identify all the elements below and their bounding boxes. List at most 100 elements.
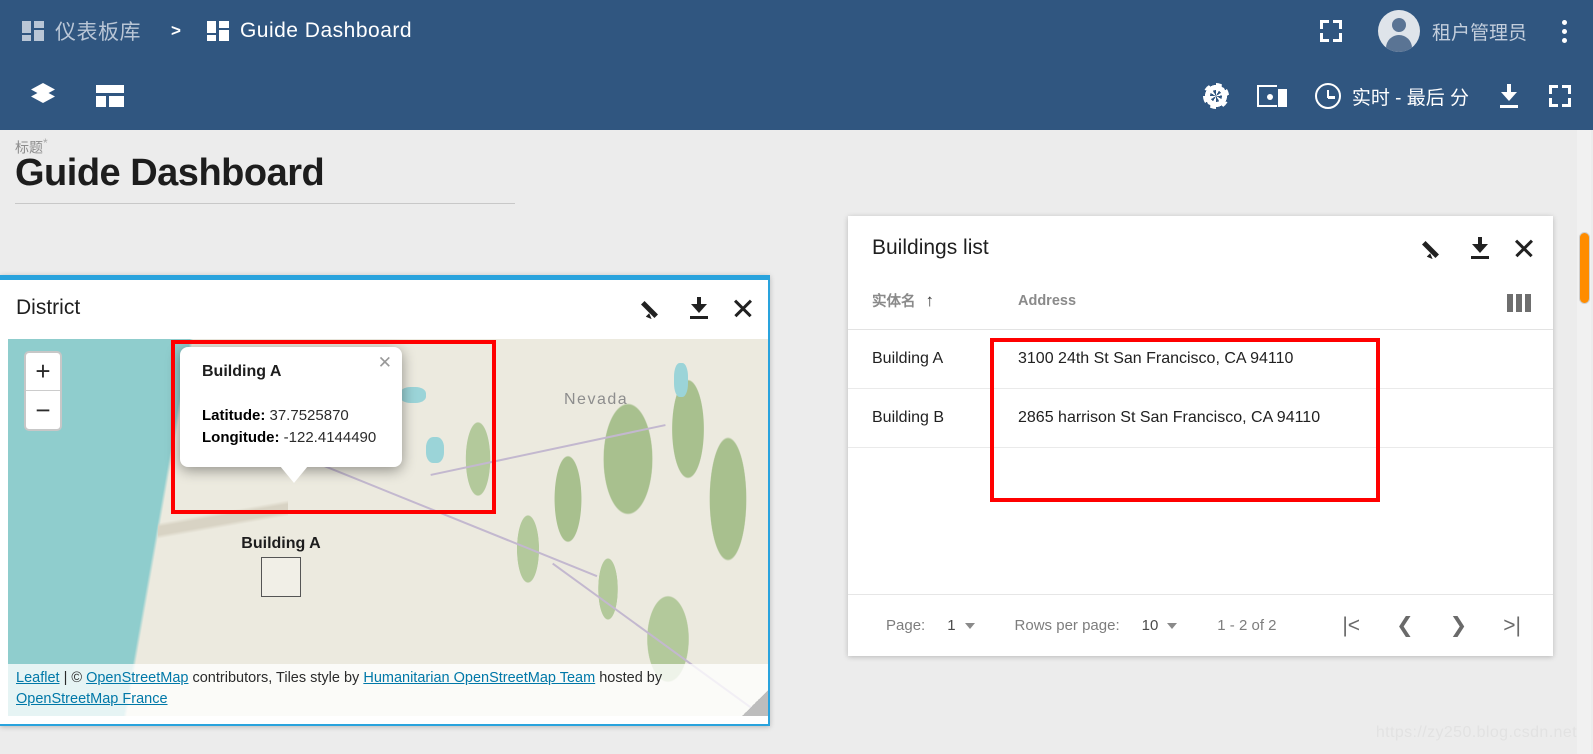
- timewindow-button[interactable]: 实时 - 最后 分: [1314, 83, 1469, 110]
- map-popup-title: Building A: [202, 363, 282, 380]
- dashboard-layout-icon[interactable]: [96, 85, 124, 107]
- breadcrumb-item-current-dashboard[interactable]: Guide Dashboard: [206, 19, 413, 43]
- breadcrumb-separator: >: [171, 21, 181, 40]
- zoom-in-button[interactable]: +: [26, 353, 60, 391]
- username-label: 租户管理员: [1431, 22, 1527, 44]
- app-header: 仪表板库 > Guide Dashboard 租户管理员: [0, 0, 1593, 62]
- pagination-range: 1 - 2 of 2: [1217, 617, 1277, 634]
- first-page-button[interactable]: |<: [1342, 615, 1360, 636]
- cell-address: 3100 24th St San Francisco, CA 94110: [1018, 329, 1553, 389]
- header-fullscreen-button[interactable]: [1319, 20, 1342, 42]
- map-widget-title: District: [16, 296, 81, 319]
- map-popup-latitude: Latitude: 37.7525870: [202, 405, 384, 427]
- breadcrumb-item-dashboard-library[interactable]: 仪表板库: [22, 16, 141, 46]
- buildings-table: 实体名 ↑ Address Building A 3100 24th St San…: [848, 280, 1553, 448]
- dashboard-title-input[interactable]: [15, 152, 515, 204]
- dashboard-toolbar-left: [0, 83, 124, 109]
- attribution-contributors: contributors, Tiles style by: [188, 670, 364, 686]
- attribution-copyright: ©: [71, 670, 87, 686]
- device-preview-icon[interactable]: [1256, 85, 1287, 107]
- column-settings-icon[interactable]: [1507, 294, 1531, 312]
- rows-per-page-label: Rows per page:: [1014, 617, 1120, 634]
- map-marker-label: Building A: [241, 535, 321, 552]
- longitude-label: Longitude:: [202, 429, 280, 446]
- attribution-pipe: |: [59, 670, 72, 686]
- attribution-link-leaflet[interactable]: Leaflet: [16, 670, 60, 686]
- map-popup-longitude: Longitude: -122.4144490: [202, 427, 384, 449]
- download-icon[interactable]: [688, 297, 710, 319]
- map-canvas[interactable]: Nevada California + − Building A Buildin…: [8, 339, 768, 716]
- zoom-out-button[interactable]: −: [26, 391, 60, 429]
- cell-entity-name: Building B: [848, 388, 1018, 448]
- latitude-label: Latitude:: [202, 407, 266, 424]
- pencil-icon[interactable]: [1425, 237, 1447, 259]
- pencil-icon[interactable]: [644, 297, 666, 319]
- close-icon[interactable]: [732, 297, 754, 319]
- next-page-button[interactable]: ❯: [1450, 615, 1468, 636]
- dashboard-icon: [206, 21, 229, 41]
- map-popup[interactable]: ✕ Building A Latitude: 37.7525870 Longit…: [180, 347, 402, 483]
- map-widget-header: District: [0, 277, 768, 339]
- table-header: 实体名 ↑ Address: [848, 280, 1553, 330]
- attribution-link-hot[interactable]: Humanitarian OpenStreetMap Team: [363, 670, 595, 686]
- map-widget-actions: [644, 297, 754, 319]
- close-icon[interactable]: ✕: [378, 353, 392, 373]
- list-widget-header: Buildings list: [848, 216, 1553, 280]
- table-paginator: Page: 1 Rows per page: 10 1 - 2 of 2 |< …: [848, 594, 1553, 656]
- buildings-list-widget[interactable]: Buildings list 实体名 ↑ Address Building A: [848, 216, 1553, 656]
- longitude-value: -122.4144490: [283, 429, 377, 446]
- map-attribution: Leaflet | © OpenStreetMap contributors, …: [8, 664, 768, 716]
- page-scrollbar-thumb[interactable]: [1579, 232, 1590, 304]
- cell-address: 2865 harrison St San Francisco, CA 94110: [1018, 388, 1553, 448]
- page-scrollbar-track[interactable]: [1577, 130, 1591, 754]
- previous-page-button[interactable]: ❮: [1396, 615, 1414, 636]
- dashboard-title-area: 标题*: [0, 130, 1593, 212]
- latitude-value: 37.7525870: [269, 407, 349, 424]
- column-header-entity-name-label: 实体名: [872, 294, 916, 310]
- map-widget-resize-handle[interactable]: [742, 690, 768, 716]
- last-page-button[interactable]: >|: [1503, 615, 1521, 636]
- more-vertical-icon[interactable]: [1553, 19, 1575, 43]
- gear-icon[interactable]: [1202, 83, 1229, 109]
- watermark: https://zy250.blog.csdn.net: [1375, 724, 1577, 741]
- breadcrumb-label-library: 仪表板库: [55, 21, 141, 44]
- map-label-nevada: Nevada: [564, 391, 629, 408]
- breadcrumb-label-current: Guide Dashboard: [239, 19, 413, 42]
- map-water-body: [674, 363, 688, 397]
- column-header-entity-name[interactable]: 实体名 ↑: [848, 280, 1018, 330]
- list-widget-actions: [1425, 237, 1535, 259]
- map-water-body: [400, 387, 426, 403]
- list-widget-title: Buildings list: [872, 236, 989, 259]
- page-label: Page:: [886, 617, 926, 634]
- attribution-link-osm[interactable]: OpenStreetMap: [86, 670, 188, 686]
- rows-per-page-value: 10: [1141, 617, 1159, 634]
- table-row[interactable]: Building B 2865 harrison St San Francisc…: [848, 388, 1553, 448]
- map-widget[interactable]: District Nevada California + −: [0, 275, 770, 726]
- arrow-up-icon: ↑: [925, 291, 935, 310]
- rows-per-page-select[interactable]: 10: [1142, 617, 1178, 634]
- attribution-hosted: hosted by: [595, 670, 663, 686]
- column-header-address[interactable]: Address: [1018, 280, 1553, 330]
- download-icon[interactable]: [1497, 84, 1521, 108]
- timewindow-label: 实时 - 最后 分: [1351, 87, 1469, 109]
- chevron-down-icon: [1167, 622, 1178, 629]
- map-zoom-controls: + −: [24, 351, 62, 431]
- fullscreen-icon: [1319, 20, 1342, 42]
- map-water-body: [426, 437, 444, 463]
- close-icon[interactable]: [1513, 237, 1535, 259]
- download-icon[interactable]: [1469, 237, 1491, 259]
- table-body: Building A 3100 24th St San Francisco, C…: [848, 329, 1553, 448]
- cell-entity-name: Building A: [848, 329, 1018, 389]
- clock-icon: [1314, 83, 1341, 109]
- attribution-link-osm-france[interactable]: OpenStreetMap France: [16, 691, 168, 707]
- table-header-row: 实体名 ↑ Address: [848, 280, 1553, 330]
- table-row[interactable]: Building A 3100 24th St San Francisco, C…: [848, 329, 1553, 389]
- avatar[interactable]: [1377, 10, 1420, 52]
- layers-icon[interactable]: [28, 83, 58, 109]
- page-select[interactable]: 1: [947, 617, 975, 634]
- breadcrumb: 仪表板库 > Guide Dashboard: [0, 16, 412, 46]
- map-marker-building-a[interactable]: Building A: [241, 535, 321, 597]
- header-actions: 租户管理员: [1319, 10, 1593, 52]
- fullscreen-icon[interactable]: [1549, 85, 1571, 107]
- dashboard-toolbar: 实时 - 最后 分: [0, 62, 1593, 130]
